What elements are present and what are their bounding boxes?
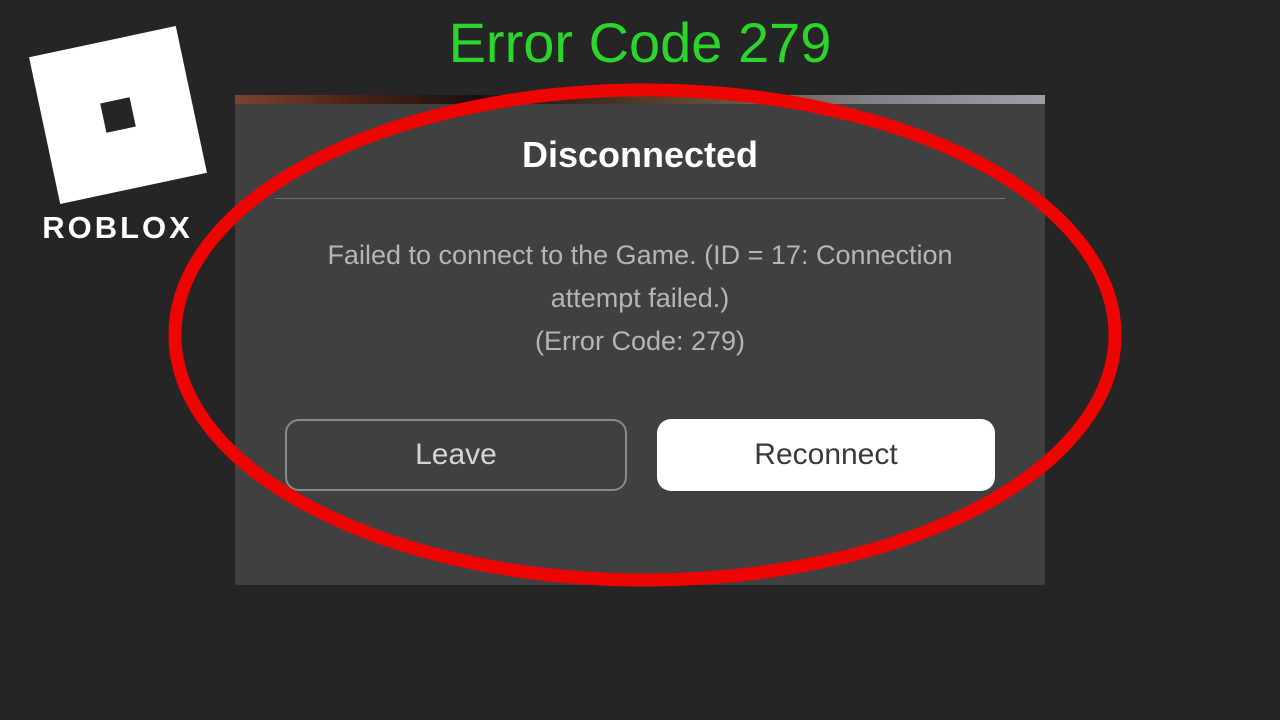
page-title: Error Code 279 bbox=[449, 10, 832, 75]
roblox-logo-text: ROBLOX bbox=[20, 210, 215, 246]
message-line-3: (Error Code: 279) bbox=[535, 326, 745, 356]
button-row: Leave Reconnect bbox=[275, 419, 1005, 491]
leave-button[interactable]: Leave bbox=[285, 419, 627, 491]
dialog-title: Disconnected bbox=[275, 134, 1005, 176]
dialog-message: Failed to connect to the Game. (ID = 17:… bbox=[275, 234, 1005, 364]
divider bbox=[275, 198, 1005, 199]
roblox-square-icon bbox=[29, 26, 207, 204]
message-line-2: attempt failed.) bbox=[551, 283, 730, 313]
dialog-panel: Disconnected Failed to connect to the Ga… bbox=[235, 104, 1045, 585]
error-dialog: Disconnected Failed to connect to the Ga… bbox=[235, 95, 1045, 585]
roblox-logo: ROBLOX bbox=[20, 20, 215, 246]
gradient-bar bbox=[235, 95, 1045, 104]
reconnect-button[interactable]: Reconnect bbox=[657, 419, 995, 491]
message-line-1: Failed to connect to the Game. (ID = 17:… bbox=[327, 240, 952, 270]
